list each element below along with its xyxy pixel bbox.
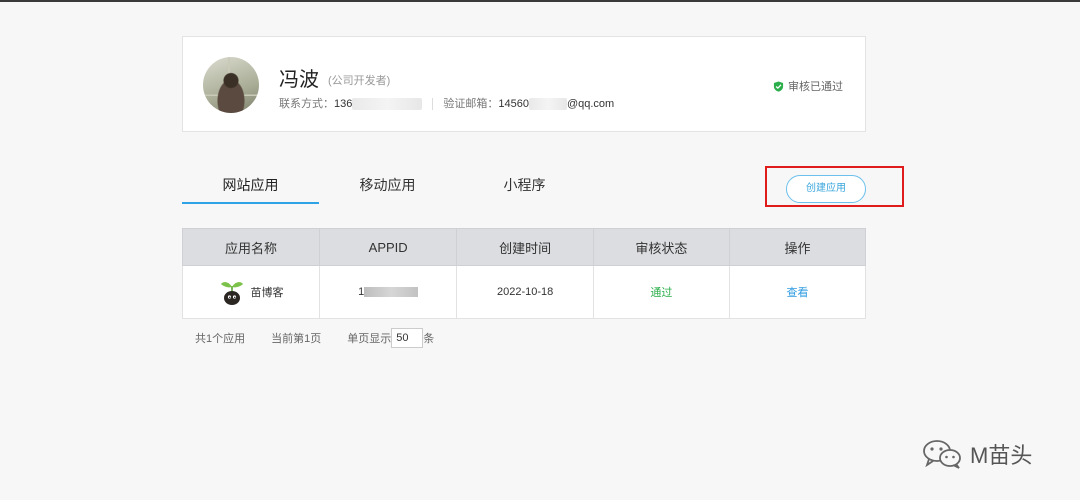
check-shield-icon <box>773 80 784 92</box>
table-header-row: 应用名称 APPID 创建时间 审核状态 操作 <box>182 228 867 266</box>
redacted-phone <box>352 98 423 111</box>
col-actions: 操作 <box>728 228 867 266</box>
divider <box>432 98 434 111</box>
cell-appid: 1 <box>318 265 458 319</box>
watermark: M苗头 <box>922 438 1032 470</box>
contact-label: 联系方式： <box>279 98 334 110</box>
app-table: 应用名称 APPID 创建时间 审核状态 操作 苗博客 1 2022-10-18… <box>182 228 867 319</box>
contact-value: 136 <box>334 98 353 110</box>
col-app-name: 应用名称 <box>182 228 320 266</box>
email-value-suffix: @qq.com <box>566 98 615 110</box>
table-row: 苗博客 1 2022-10-18 通过 查看 <box>182 265 867 319</box>
redacted-appid <box>364 287 419 298</box>
current-page: 当前第1页 <box>271 333 322 345</box>
page-size-label: 单页显示 <box>347 333 392 345</box>
create-app-button[interactable]: 创建应用 <box>786 175 866 203</box>
col-appid: APPID <box>318 228 458 266</box>
cell-created-time: 2022-10-18 <box>456 265 594 319</box>
status-badge: 通过 <box>650 287 673 299</box>
contact-info: 联系方式：136 验证邮箱：14560 @qq.com <box>279 95 614 111</box>
total-count: 共1个应用 <box>195 333 246 345</box>
col-review-status: 审核状态 <box>592 228 730 266</box>
watermark-text: M苗头 <box>970 443 1033 468</box>
tab-mini-programs[interactable]: 小程序 <box>456 168 593 204</box>
cell-actions: 查看 <box>728 265 867 319</box>
developer-profile-card: 冯波 (公司开发者) 联系方式：136 验证邮箱：14560 @qq.com 审核已… <box>182 36 866 132</box>
page-size-unit: 条 <box>423 333 435 345</box>
page-size-input[interactable] <box>391 328 424 348</box>
tab-website-apps[interactable]: 网站应用 <box>182 168 319 204</box>
col-created-time: 创建时间 <box>456 228 594 266</box>
developer-name: 冯波 <box>279 69 319 91</box>
view-link[interactable]: 查看 <box>786 287 808 299</box>
avatar[interactable] <box>203 57 259 113</box>
redacted-email <box>528 98 567 111</box>
wechat-icon <box>923 440 961 469</box>
window-top-border <box>0 0 1080 2</box>
developer-role: (公司开发者) <box>328 75 391 87</box>
tab-mobile-apps[interactable]: 移动应用 <box>319 168 456 204</box>
sprout-icon <box>220 282 243 305</box>
app-name: 苗博客 <box>250 287 284 299</box>
email-value-prefix: 14560 <box>498 98 529 110</box>
app-type-tabs: 网站应用 移动应用 小程序 <box>182 168 594 204</box>
approval-status-text: 审核已通过 <box>788 81 843 93</box>
cell-review-status: 通过 <box>592 265 730 319</box>
email-label: 验证邮箱： <box>443 98 499 110</box>
approval-status: 审核已通过 <box>773 78 843 94</box>
pagination: 共1个应用 当前第1页 单页显示 条 <box>195 328 434 348</box>
cell-app-name: 苗博客 <box>182 265 320 319</box>
